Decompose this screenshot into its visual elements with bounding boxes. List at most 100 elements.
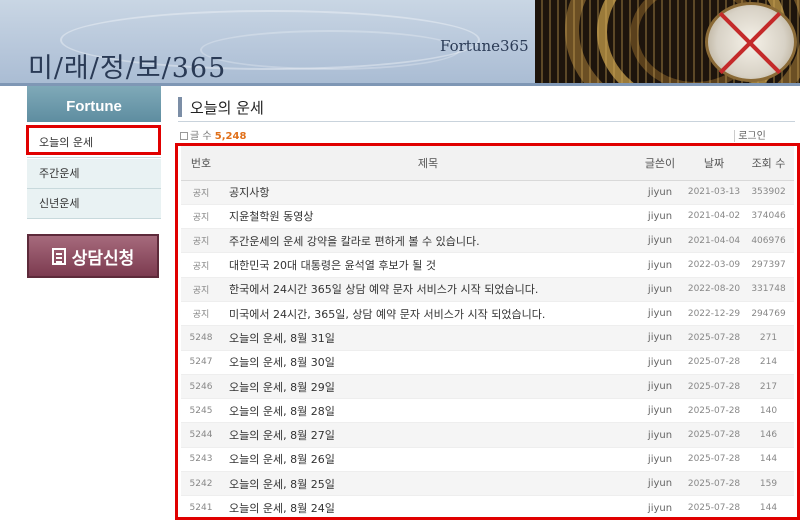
post-author: jiyun — [635, 471, 685, 497]
post-title-link[interactable]: 오늘의 운세, 8월 28일 — [221, 398, 635, 424]
post-number: 공지 — [181, 228, 221, 254]
post-author: jiyun — [635, 301, 685, 327]
table-row[interactable]: 5247 오늘의 운세, 8월 30일 jiyun 2025-07-28 214 — [181, 350, 794, 375]
table-row[interactable]: 5245 오늘의 운세, 8월 28일 jiyun 2025-07-28 140 — [181, 398, 794, 424]
post-views: 406976 — [743, 228, 794, 254]
table-row[interactable]: 5248 오늘의 운세, 8월 31일 jiyun 2025-07-28 271 — [181, 325, 794, 351]
post-number: 공지 — [181, 204, 221, 230]
post-number: 공지 — [181, 277, 221, 302]
active-item-highlight — [26, 125, 161, 155]
post-number: 공지 — [181, 252, 221, 278]
site-title[interactable]: 미/래/정/보/365 — [28, 46, 226, 85]
post-title-link[interactable]: 오늘의 운세, 8월 27일 — [221, 422, 635, 448]
table-row[interactable]: 공지 지윤철학원 동영상 jiyun 2021-04-02 374046 — [181, 204, 794, 230]
sidebar-heading: Fortune — [27, 86, 161, 122]
column-header-num[interactable]: 번호 — [181, 146, 221, 181]
post-date: 2022-08-20 — [685, 277, 743, 302]
table-row[interactable]: 공지 미국에서 24시간, 365일, 상담 예약 문자 서비스가 시작 되었습니… — [181, 301, 794, 327]
table-row[interactable]: 5246 오늘의 운세, 8월 29일 jiyun 2025-07-28 217 — [181, 374, 794, 400]
board-table-frame: 번호 제목 글쓴이 날짜 조회 수 공지 공지사항 jiyun 2021-03-13 3… — [175, 143, 800, 520]
post-author: jiyun — [635, 374, 685, 400]
sidebar-item-weekly-fortune[interactable]: 주간운세 — [27, 159, 161, 189]
column-header-title[interactable]: 제목 — [221, 146, 635, 181]
post-title-link[interactable]: 공지사항 — [221, 180, 635, 205]
post-date: 2025-07-28 — [685, 350, 743, 375]
post-views: 353902 — [743, 180, 794, 205]
compass-image — [535, 0, 800, 83]
post-title-link[interactable]: 대한민국 20대 대통령은 윤석열 후보가 될 것 — [221, 252, 635, 278]
post-number: 공지 — [181, 301, 221, 327]
post-date: 2025-07-28 — [685, 398, 743, 424]
table-row[interactable]: 5242 오늘의 운세, 8월 25일 jiyun 2025-07-28 159 — [181, 471, 794, 497]
post-date: 2025-07-28 — [685, 374, 743, 400]
post-title-link[interactable]: 오늘의 운세, 8월 30일 — [221, 350, 635, 375]
post-views: 297397 — [743, 252, 794, 278]
post-number: 5243 — [181, 447, 221, 473]
post-count: 글 수 5,248 — [180, 127, 246, 142]
post-number: 5242 — [181, 471, 221, 497]
table-row[interactable]: 공지 주간운세의 운세 강약을 칼라로 편하게 볼 수 있습니다. jiyun 202… — [181, 228, 794, 254]
consult-request-button[interactable]: 상담신청 — [27, 234, 159, 278]
table-row[interactable]: 5244 오늘의 운세, 8월 27일 jiyun 2025-07-28 146 — [181, 422, 794, 448]
post-author: jiyun — [635, 204, 685, 230]
post-count-label: 글 수 — [190, 131, 212, 142]
post-title-link[interactable]: 지윤철학원 동영상 — [221, 204, 635, 230]
post-date: 2022-03-09 — [685, 252, 743, 278]
table-header-row: 번호 제목 글쓴이 날짜 조회 수 — [181, 146, 794, 181]
table-row[interactable]: 5241 오늘의 운세, 8월 24일 jiyun 2025-07-28 144 — [181, 495, 794, 517]
consult-request-label: 상담신청 — [71, 248, 135, 269]
post-number: 공지 — [181, 180, 221, 205]
post-views: 217 — [743, 374, 794, 400]
post-title-link[interactable]: 오늘의 운세, 8월 29일 — [221, 374, 635, 400]
post-title-link[interactable]: 주간운세의 운세 강약을 칼라로 편하게 볼 수 있습니다. — [221, 228, 635, 254]
post-date: 2025-07-28 — [685, 422, 743, 448]
post-number: 5246 — [181, 374, 221, 400]
post-title-link[interactable]: 오늘의 운세, 8월 31일 — [221, 325, 635, 351]
post-author: jiyun — [635, 180, 685, 205]
post-number: 5244 — [181, 422, 221, 448]
post-title-link[interactable]: 오늘의 운세, 8월 24일 — [221, 495, 635, 517]
post-views: 140 — [743, 398, 794, 424]
document-icon — [51, 247, 66, 265]
cloud-swirl-decoration — [200, 30, 460, 70]
post-date: 2025-07-28 — [685, 495, 743, 517]
column-header-date[interactable]: 날짜 — [685, 146, 743, 181]
post-title-link[interactable]: 미국에서 24시간, 365일, 상담 예약 문자 서비스가 시작 되었습니다. — [221, 301, 635, 327]
post-author: jiyun — [635, 350, 685, 375]
post-date: 2021-04-04 — [685, 228, 743, 254]
column-header-author[interactable]: 글쓴이 — [635, 146, 685, 181]
post-views: 146 — [743, 422, 794, 448]
board-table: 번호 제목 글쓴이 날짜 조회 수 공지 공지사항 jiyun 2021-03-13 3… — [181, 146, 794, 517]
post-author: jiyun — [635, 495, 685, 517]
table-row[interactable]: 공지 대한민국 20대 대통령은 윤석열 후보가 될 것 jiyun 2022-03-… — [181, 252, 794, 278]
post-views: 144 — [743, 495, 794, 517]
table-row[interactable]: 공지 한국에서 24시간 365일 상담 예약 문자 서비스가 시작 되었습니다.… — [181, 277, 794, 302]
post-date: 2025-07-28 — [685, 471, 743, 497]
post-date: 2021-03-13 — [685, 180, 743, 205]
site-header: 미/래/정/보/365 Fortune365 — [0, 0, 800, 86]
post-views: 331748 — [743, 277, 794, 302]
compass-center-icon — [705, 2, 797, 82]
post-number: 5247 — [181, 350, 221, 375]
login-link[interactable]: 로그인 — [734, 127, 766, 142]
title-divider — [178, 121, 795, 122]
post-title-link[interactable]: 오늘의 운세, 8월 25일 — [221, 471, 635, 497]
login-link-label: 로그인 — [738, 131, 766, 142]
post-number: 5245 — [181, 398, 221, 424]
post-date: 2025-07-28 — [685, 325, 743, 351]
table-row[interactable]: 5243 오늘의 운세, 8월 26일 jiyun 2025-07-28 144 — [181, 447, 794, 473]
post-views: 374046 — [743, 204, 794, 230]
post-number: 5248 — [181, 325, 221, 351]
post-author: jiyun — [635, 252, 685, 278]
post-views: 159 — [743, 471, 794, 497]
page: 미/래/정/보/365 Fortune365 Fortune 오늘의 운세 주간… — [0, 0, 800, 522]
post-author: jiyun — [635, 447, 685, 473]
sidebar-item-new-year-fortune[interactable]: 신년운세 — [27, 189, 161, 219]
table-row[interactable]: 공지 공지사항 jiyun 2021-03-13 353902 — [181, 180, 794, 205]
post-views: 144 — [743, 447, 794, 473]
column-header-views[interactable]: 조회 수 — [743, 146, 794, 181]
page-title: 오늘의 운세 — [190, 99, 264, 117]
post-title-link[interactable]: 오늘의 운세, 8월 26일 — [221, 447, 635, 473]
post-author: jiyun — [635, 228, 685, 254]
post-title-link[interactable]: 한국에서 24시간 365일 상담 예약 문자 서비스가 시작 되었습니다. — [221, 277, 635, 302]
